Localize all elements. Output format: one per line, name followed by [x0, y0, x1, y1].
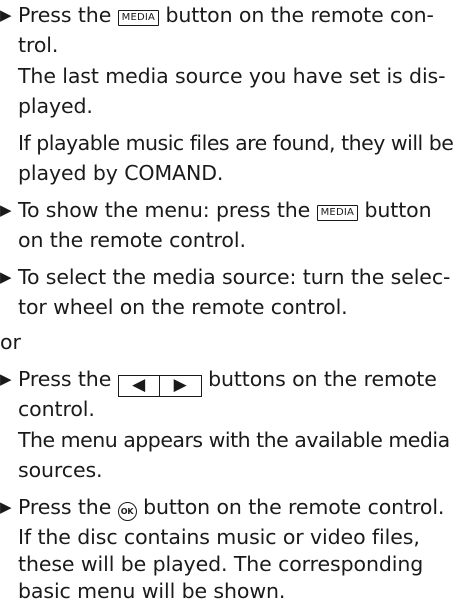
result-5-line-2: these will be played. The corresponding [18, 552, 424, 576]
bullet-icon: ▶ [0, 268, 12, 286]
step-4-line-1: Press the ◀ ▶ buttons on the remote [18, 367, 437, 397]
step-1-line-2: trol. [18, 33, 59, 57]
result-5-line-1: If the disc contains music or video file… [18, 525, 420, 549]
step-4-line-2: control. [18, 397, 95, 421]
result-1-line-2: played. [18, 94, 93, 118]
step-1-line-1: Press the MEDIA button on the remote con… [18, 3, 434, 27]
left-arrow-button-icon: ◀ [117, 375, 160, 397]
bullet-icon: ▶ [0, 201, 12, 219]
step-2-line-2: on the remote control. [18, 228, 246, 252]
bullet-icon: ▶ [0, 498, 12, 516]
manual-page: ▶ Press the MEDIA button on the remote c… [0, 0, 462, 603]
ok-button-icon: OK [117, 502, 137, 521]
result-2-line-1: If playable music files are found, they … [18, 131, 454, 155]
media-button-icon: MEDIA [117, 10, 160, 26]
bullet-icon: ▶ [0, 370, 12, 388]
right-arrow-button-icon: ▶ [159, 375, 202, 397]
step-5-line-1: Press the OK button on the remote contro… [18, 495, 445, 521]
step-3-line-1: To select the media source: turn the sel… [18, 265, 451, 289]
media-button-icon: MEDIA [316, 205, 359, 221]
result-1-line-1: The last media source you have set is di… [18, 64, 446, 88]
step-3-line-2: tor wheel on the remote control. [18, 295, 348, 319]
step-2-line-1: To show the menu: press the MEDIA button [18, 198, 432, 222]
result-5-line-3: basic menu will be shown. [18, 579, 286, 603]
result-4-line-2: sources. [18, 458, 103, 482]
result-4-line-1: The menu appears with the available medi… [18, 428, 450, 452]
bullet-icon: ▶ [0, 6, 12, 24]
result-2-line-2: played by COMAND. [18, 161, 224, 185]
or-separator: or [0, 330, 21, 354]
